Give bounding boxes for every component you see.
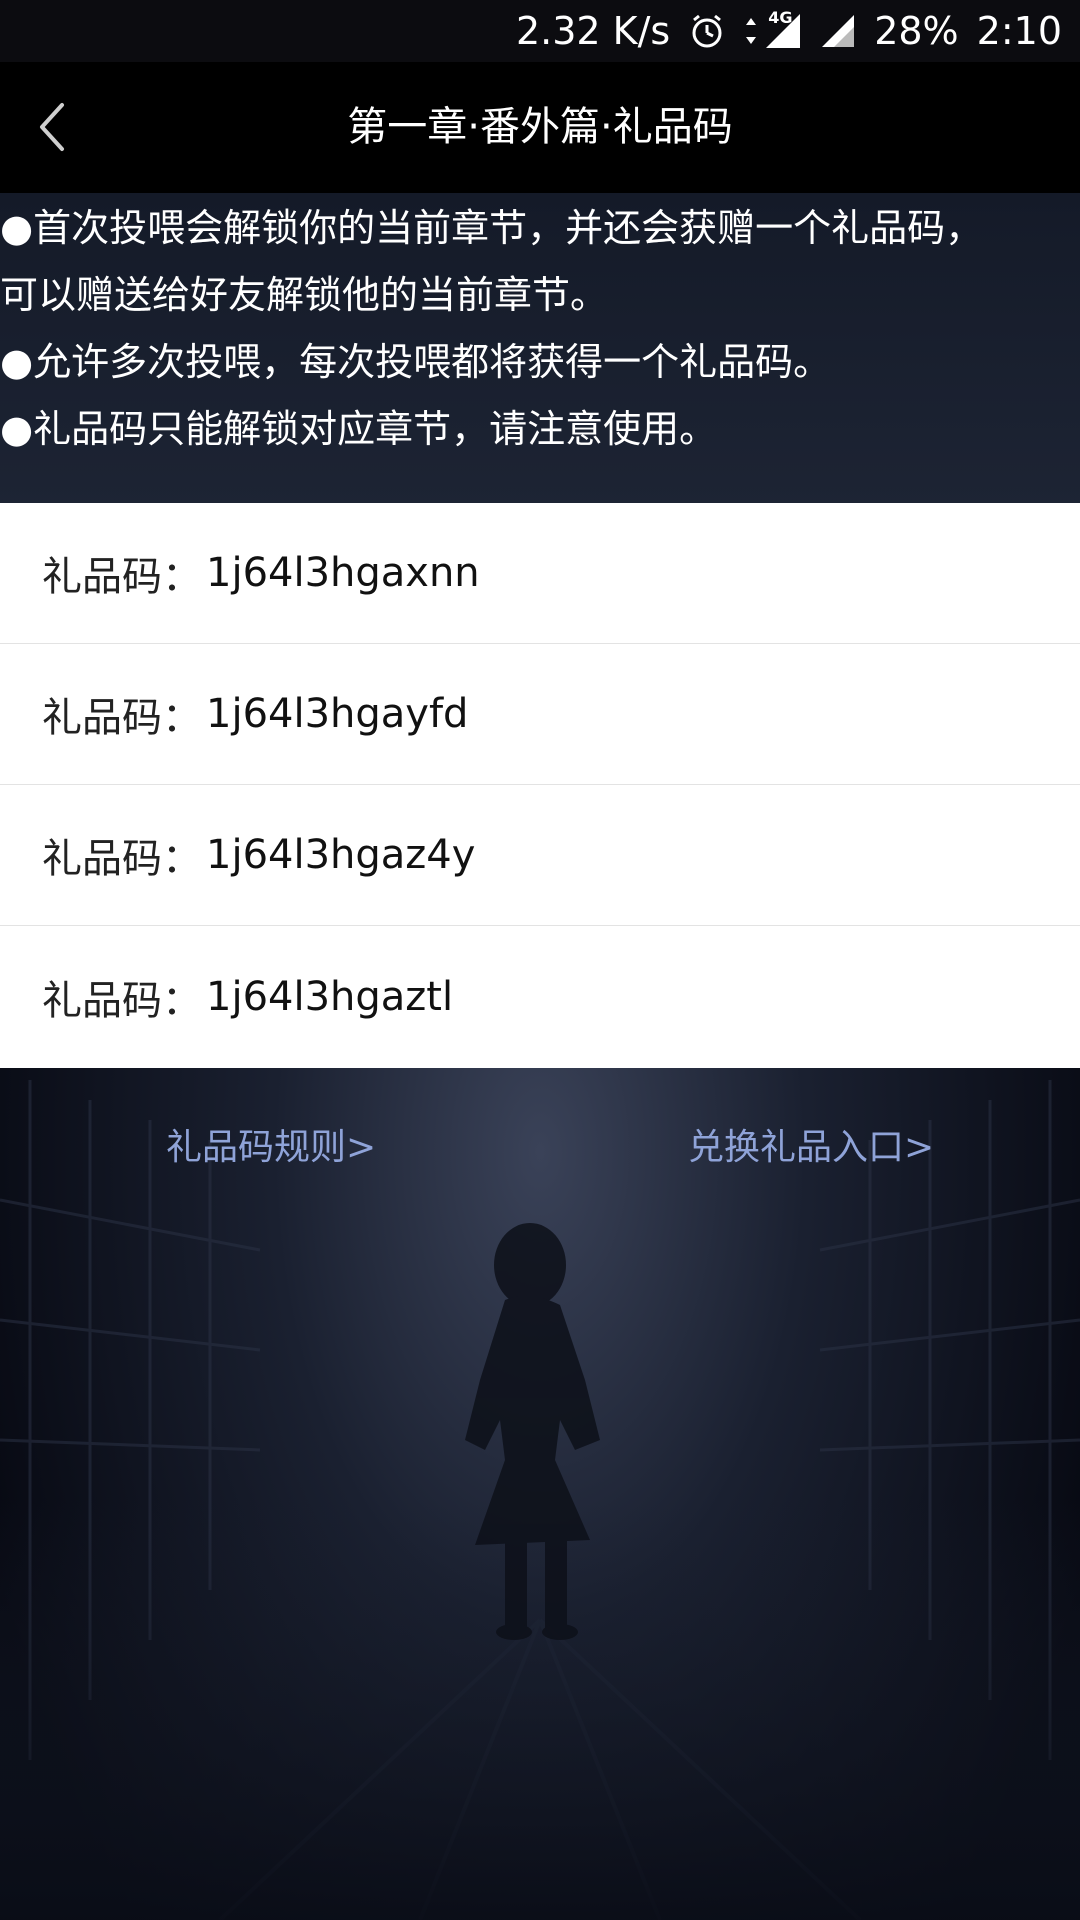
signal-4g-icon: 4G (762, 8, 802, 50)
gift-code-value: 1j64l3hgayfd (206, 691, 469, 737)
gift-code-label: 礼品码： (42, 554, 202, 600)
redeem-gift-link[interactable]: 兑换礼品入口> (688, 1108, 934, 1188)
header: 第一章·番外篇·礼品码 (0, 62, 1080, 193)
info-line: ●允许多次投喂，每次投喂都将获得一个礼品码。 (0, 340, 832, 384)
data-arrows-icon (744, 16, 758, 46)
gift-code-value: 1j64l3hgaztl (206, 974, 454, 1020)
gift-code-row[interactable]: 礼品码： 1j64l3hgaz4y (0, 785, 1080, 926)
gift-code-label: 礼品码： (42, 978, 202, 1024)
alarm-icon (688, 12, 726, 50)
signal-icon (820, 13, 856, 49)
links-row: 礼品码规则> 兑换礼品入口> (0, 1108, 1080, 1188)
gift-code-value: 1j64l3hgaxnn (206, 550, 480, 596)
gift-code-label: 礼品码： (42, 836, 202, 882)
info-block: ●首次投喂会解锁你的当前章节，并还会获赠一个礼品码， 可以赠送给好友解锁他的当前… (0, 193, 1080, 503)
status-bar: 2.32 K/s 4G 28% 2:10 (0, 0, 1080, 62)
gift-code-value: 1j64l3hgaz4y (206, 832, 476, 878)
gift-code-rules-link[interactable]: 礼品码规则> (166, 1108, 376, 1188)
clock: 2:10 (976, 9, 1062, 53)
battery-percent: 28% (874, 9, 959, 53)
info-line: 可以赠送给好友解锁他的当前章节。 (0, 273, 609, 317)
gift-code-row[interactable]: 礼品码： 1j64l3hgaztl (0, 926, 1080, 1068)
network-speed: 2.32 K/s (515, 9, 671, 53)
gift-code-row[interactable]: 礼品码： 1j64l3hgayfd (0, 644, 1080, 785)
gift-code-row[interactable]: 礼品码： 1j64l3hgaxnn (0, 503, 1080, 644)
page-title: 第一章·番外篇·礼品码 (347, 104, 733, 150)
gift-code-list: 礼品码： 1j64l3hgaxnn 礼品码： 1j64l3hgayfd 礼品码：… (0, 503, 1080, 1068)
info-line: ●首次投喂会解锁你的当前章节，并还会获赠一个礼品码， (0, 206, 984, 250)
info-line: ●礼品码只能解锁对应章节，请注意使用。 (0, 407, 718, 451)
gift-code-label: 礼品码： (42, 695, 202, 741)
network-type: 4G (768, 8, 793, 27)
